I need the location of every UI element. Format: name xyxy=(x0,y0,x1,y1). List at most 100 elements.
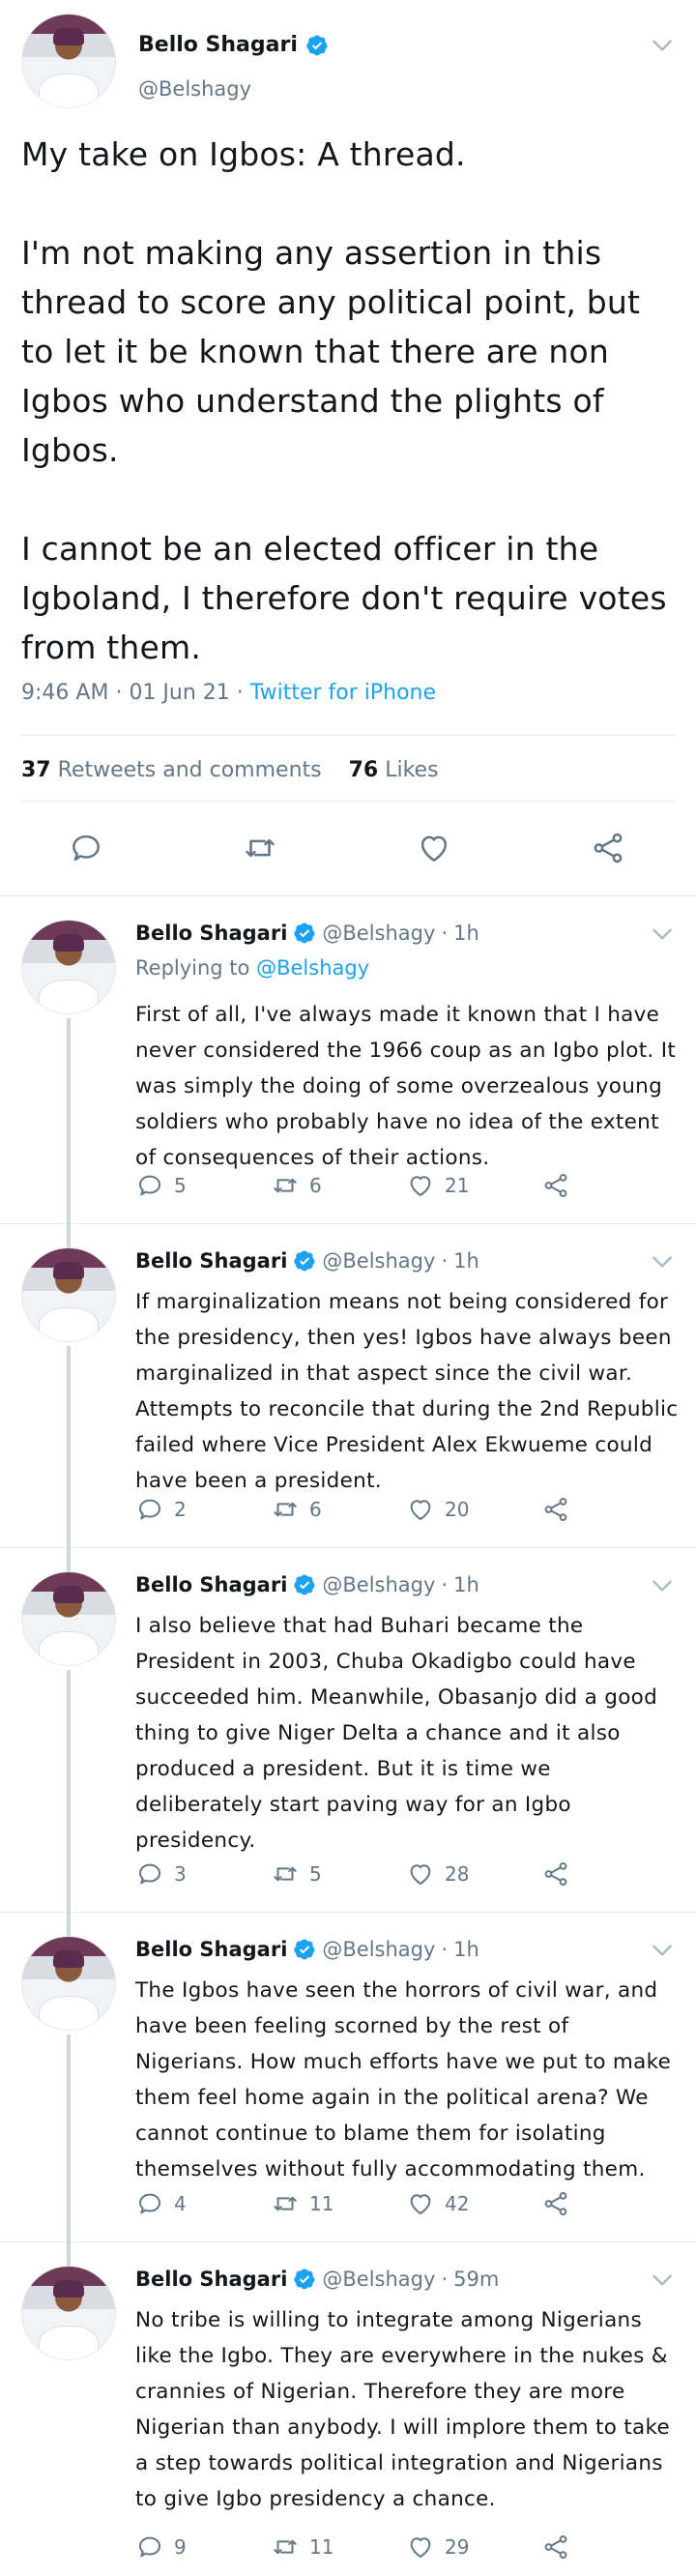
like-button[interactable]: 20 xyxy=(406,1495,541,1524)
share-button[interactable] xyxy=(541,1171,570,1200)
avatar[interactable] xyxy=(21,1936,116,2031)
reply-tweet[interactable]: Bello Shagari @Belshagy · 1h If marginal… xyxy=(0,1224,696,1551)
reply-button[interactable]: 5 xyxy=(135,1171,271,1200)
main-tweet-text: My take on Igbos: A thread. I'm not maki… xyxy=(21,135,667,666)
meta-separator: · xyxy=(441,1938,449,1961)
reply-text: The Igbos have seen the horrors of civil… xyxy=(135,1978,672,2181)
like-icon[interactable] xyxy=(416,830,452,866)
meta-separator: · xyxy=(441,922,449,945)
share-button[interactable] xyxy=(541,2189,570,2218)
reply-actions: 5 6 21 xyxy=(135,1171,570,1200)
reply-tweet[interactable]: Bello Shagari @Belshagy · 1h The Igbos h… xyxy=(0,1913,696,2245)
reply-author-handle[interactable]: @Belshagy xyxy=(322,1938,435,1961)
avatar[interactable] xyxy=(21,1247,116,1342)
reply-button[interactable]: 2 xyxy=(135,1495,271,1524)
thread-connector xyxy=(67,2034,71,2245)
avatar[interactable] xyxy=(21,2266,116,2360)
likes-stat[interactable]: 76 Likes xyxy=(349,758,439,782)
chevron-down-icon[interactable] xyxy=(650,1938,675,1963)
retweet-button[interactable]: 11 xyxy=(271,2532,406,2561)
retweet-count: 5 xyxy=(309,1862,322,1886)
reply-author-name[interactable]: Bello Shagari xyxy=(135,1938,287,1961)
retweet-button[interactable]: 6 xyxy=(271,1495,406,1524)
author-name[interactable]: Bello Shagari xyxy=(138,33,298,57)
reply-author-handle[interactable]: @Belshagy xyxy=(322,2268,435,2291)
avatar[interactable] xyxy=(21,920,116,1014)
reply-author-name[interactable]: Bello Shagari xyxy=(135,922,287,945)
author-handle[interactable]: @Belshagy xyxy=(138,77,251,101)
chevron-down-icon[interactable] xyxy=(650,33,675,58)
tweet-source-link[interactable]: Twitter for iPhone xyxy=(250,681,436,705)
reply-actions: 4 11 42 xyxy=(135,2189,570,2218)
like-button[interactable]: 42 xyxy=(406,2189,541,2218)
main-tweet-header: Bello Shagari @Belshagy xyxy=(21,14,675,110)
meta-separator: · xyxy=(236,681,250,705)
retweet-count: 11 xyxy=(309,2535,334,2559)
tweet-meta: 9:46 AM · 01 Jun 21 · Twitter for iPhone xyxy=(21,681,436,705)
retweets-stat[interactable]: 37 Retweets and comments xyxy=(21,758,322,782)
retweet-icon xyxy=(274,2539,297,2555)
retweet-icon xyxy=(274,1866,297,1882)
meta-separator: · xyxy=(441,2268,449,2291)
share-icon[interactable] xyxy=(590,830,626,866)
share-button[interactable] xyxy=(541,1859,570,1888)
reply-author-handle[interactable]: @Belshagy xyxy=(322,1249,435,1273)
reply-author-name[interactable]: Bello Shagari xyxy=(135,1573,287,1596)
reply-age: 1h xyxy=(453,1938,479,1961)
retweets-label: Retweets and comments xyxy=(57,758,322,782)
main-tweet: Bello Shagari @Belshagy My take on Igbos… xyxy=(0,0,696,909)
replying-to-handle[interactable]: @Belshagy xyxy=(256,956,369,980)
like-count: 20 xyxy=(445,1498,470,1521)
chevron-down-icon[interactable] xyxy=(650,2268,675,2293)
share-icon xyxy=(544,1174,567,1198)
retweet-icon xyxy=(274,1502,297,1517)
retweet-icon xyxy=(274,1178,297,1193)
reply-count: 3 xyxy=(174,1862,187,1886)
divider xyxy=(21,801,675,802)
thread-connector xyxy=(67,2242,71,2266)
avatar[interactable] xyxy=(21,14,116,108)
chevron-down-icon[interactable] xyxy=(650,1249,675,1274)
reply-tweet[interactable]: Bello Shagari @Belshagy · 1h Replying to… xyxy=(0,896,696,1227)
retweet-button[interactable]: 11 xyxy=(271,2189,406,2218)
tweet-time: 9:46 AM xyxy=(21,681,109,705)
reply-button[interactable]: 9 xyxy=(135,2532,271,2561)
like-button[interactable]: 29 xyxy=(406,2532,541,2561)
chevron-down-icon[interactable] xyxy=(650,1573,675,1598)
meta-separator: · xyxy=(441,1249,449,1273)
reply-icon[interactable] xyxy=(68,830,104,866)
thread-connector xyxy=(67,1548,71,1571)
like-count: 21 xyxy=(445,1174,470,1197)
reply-button[interactable]: 3 xyxy=(135,1859,271,1888)
share-button[interactable] xyxy=(541,1495,570,1524)
reply-button[interactable]: 4 xyxy=(135,2189,271,2218)
tweet-actions xyxy=(21,830,675,878)
reply-tweet[interactable]: Bello Shagari @Belshagy · 1h I also beli… xyxy=(0,1548,696,1916)
retweets-count: 37 xyxy=(21,758,51,782)
reply-actions: 3 5 28 xyxy=(135,1859,570,1888)
retweet-button[interactable]: 5 xyxy=(271,1859,406,1888)
chevron-down-icon[interactable] xyxy=(650,922,675,947)
retweet-button[interactable]: 6 xyxy=(271,1171,406,1200)
retweet-count: 6 xyxy=(309,1498,322,1521)
reply-author-handle[interactable]: @Belshagy xyxy=(322,1573,435,1596)
share-icon xyxy=(544,1498,567,1522)
reply-thread: Bello Shagari @Belshagy · 1h Replying to… xyxy=(0,895,696,2576)
share-icon xyxy=(544,2192,567,2216)
reply-author-name[interactable]: Bello Shagari xyxy=(135,2268,287,2291)
replying-label: Replying to xyxy=(135,956,250,980)
reply-author-name[interactable]: Bello Shagari xyxy=(135,1249,287,1273)
reply-author-handle[interactable]: @Belshagy xyxy=(322,922,435,945)
avatar[interactable] xyxy=(21,1571,116,1666)
retweet-icon[interactable] xyxy=(242,830,278,866)
like-button[interactable]: 21 xyxy=(406,1171,541,1200)
reply-tweet[interactable]: Bello Shagari @Belshagy · 59m No tribe i… xyxy=(0,2242,696,2576)
thread-connector xyxy=(67,1224,71,1247)
share-button[interactable] xyxy=(541,2532,570,2561)
like-count: 42 xyxy=(445,2192,470,2215)
tweet-date: 01 Jun 21 xyxy=(129,681,230,705)
like-button[interactable]: 28 xyxy=(406,1859,541,1888)
divider xyxy=(21,735,675,736)
reply-header: Bello Shagari @Belshagy · 1h xyxy=(135,922,479,945)
like-count: 29 xyxy=(445,2535,470,2559)
